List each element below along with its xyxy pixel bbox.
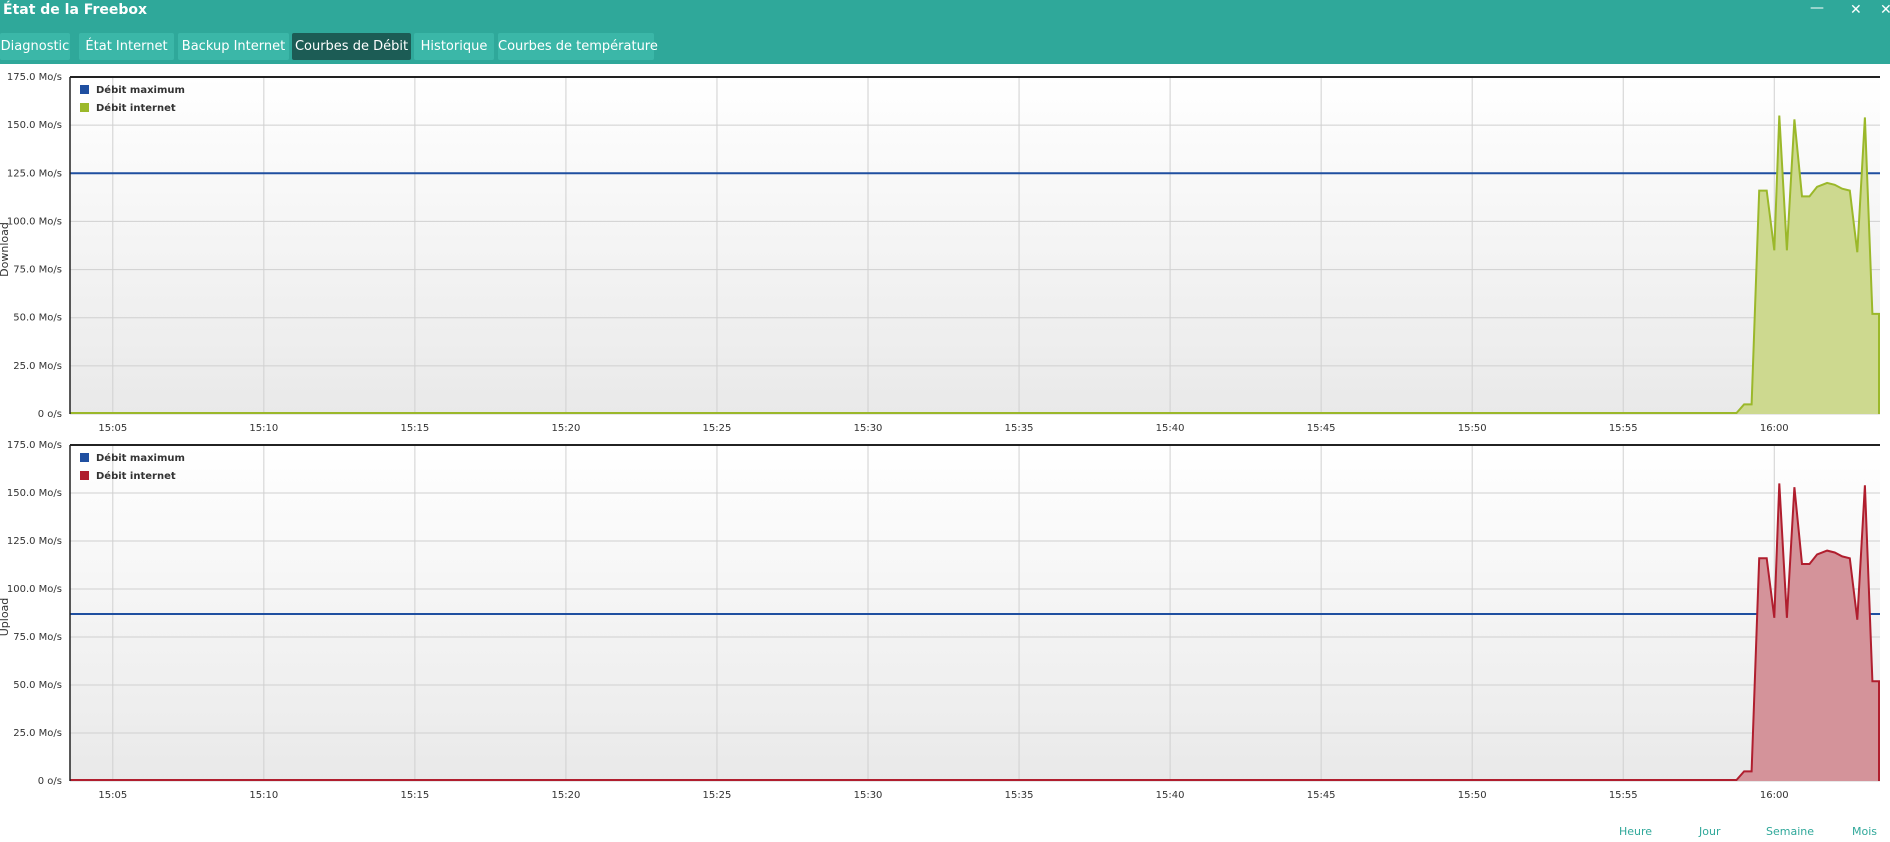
range-semaine[interactable]: Semaine bbox=[1766, 825, 1814, 838]
y-tick-label: 50.0 Mo/s bbox=[13, 313, 62, 324]
x-tick-label: 15:40 bbox=[1156, 423, 1185, 434]
x-tick-label: 15:05 bbox=[98, 790, 127, 801]
legend-swatch[interactable] bbox=[80, 453, 89, 462]
y-tick-label: 175.0 Mo/s bbox=[7, 440, 62, 451]
range-jour[interactable]: Jour bbox=[1699, 825, 1720, 838]
x-tick-label: 15:15 bbox=[400, 790, 429, 801]
y-tick-label: 150.0 Mo/s bbox=[7, 488, 62, 499]
x-tick-label: 16:00 bbox=[1760, 423, 1789, 434]
x-tick-label: 15:45 bbox=[1307, 790, 1336, 801]
x-tick-label: 15:20 bbox=[552, 423, 581, 434]
tab-courbes-de-temperature[interactable]: Courbes de température bbox=[498, 33, 658, 60]
legend-label[interactable]: Débit maximum bbox=[96, 452, 185, 464]
title-bar: État de la Freebox — ✕ ✕ Diagnostic État… bbox=[0, 0, 1890, 64]
download-chart: 0 o/s 25.0 Mo/s 50.0 Mo/s 75.0 Mo/s 100.0 Mo… bbox=[0, 72, 1880, 434]
tab-etat-internet[interactable]: État Internet bbox=[79, 33, 174, 60]
x-tick-label: 15:55 bbox=[1609, 423, 1638, 434]
x-tick-label: 15:10 bbox=[249, 423, 278, 434]
x-tick-label: 15:55 bbox=[1609, 790, 1638, 801]
x-tick-label: 15:20 bbox=[552, 790, 581, 801]
window-title: État de la Freebox bbox=[3, 2, 148, 18]
x-tick-label: 15:30 bbox=[854, 790, 883, 801]
y-axis-label: Upload bbox=[0, 598, 11, 637]
x-tick-label: 15:40 bbox=[1156, 790, 1185, 801]
y-tick-label: 50.0 Mo/s bbox=[13, 680, 62, 691]
restore-icon[interactable]: ✕ bbox=[1850, 2, 1862, 18]
y-tick-label: 0 o/s bbox=[38, 776, 62, 787]
tab-backup-internet[interactable]: Backup Internet bbox=[178, 33, 289, 60]
y-axis-label: Download bbox=[0, 222, 11, 277]
y-tick-label: 125.0 Mo/s bbox=[7, 168, 62, 179]
x-tick-label: 15:30 bbox=[854, 423, 883, 434]
tab-historique[interactable]: Historique bbox=[414, 33, 494, 60]
legend-swatch[interactable] bbox=[80, 471, 89, 480]
y-tick-label: 0 o/s bbox=[38, 409, 62, 420]
legend-label[interactable]: Débit internet bbox=[96, 102, 176, 114]
x-tick-label: 15:05 bbox=[98, 423, 127, 434]
x-tick-label: 15:25 bbox=[703, 790, 732, 801]
tab-courbes-de-debit[interactable]: Courbes de Débit bbox=[292, 33, 411, 60]
y-tick-label: 125.0 Mo/s bbox=[7, 536, 62, 547]
upload-chart: 0 o/s 25.0 Mo/s 50.0 Mo/s 75.0 Mo/s 100.0 Mo… bbox=[0, 440, 1880, 801]
x-tick-label: 15:50 bbox=[1458, 423, 1487, 434]
legend-swatch[interactable] bbox=[80, 85, 89, 94]
y-tick-label: 150.0 Mo/s bbox=[7, 120, 62, 131]
x-tick-label: 15:35 bbox=[1005, 790, 1034, 801]
range-mois[interactable]: Mois bbox=[1852, 825, 1877, 838]
y-tick-label: 100.0 Mo/s bbox=[7, 584, 62, 595]
y-tick-label: 75.0 Mo/s bbox=[13, 265, 62, 276]
x-tick-label: 16:00 bbox=[1760, 790, 1789, 801]
range-heure[interactable]: Heure bbox=[1619, 825, 1652, 838]
y-tick-label: 25.0 Mo/s bbox=[13, 361, 62, 372]
plot-background bbox=[70, 77, 1880, 414]
x-tick-label: 15:10 bbox=[249, 790, 278, 801]
y-tick-label: 75.0 Mo/s bbox=[13, 632, 62, 643]
x-tick-label: 15:50 bbox=[1458, 790, 1487, 801]
tab-diagnostic[interactable]: Diagnostic bbox=[0, 33, 70, 60]
y-tick-label: 100.0 Mo/s bbox=[7, 216, 62, 227]
x-tick-label: 15:45 bbox=[1307, 423, 1336, 434]
x-tick-label: 15:15 bbox=[400, 423, 429, 434]
charts-area: 0 o/s 25.0 Mo/s 50.0 Mo/s 75.0 Mo/s 100.0 Mo… bbox=[0, 72, 1880, 801]
close-icon[interactable]: ✕ bbox=[1880, 2, 1890, 18]
x-tick-label: 15:25 bbox=[703, 423, 732, 434]
legend-label[interactable]: Débit maximum bbox=[96, 84, 185, 96]
y-tick-label: 25.0 Mo/s bbox=[13, 728, 62, 739]
x-tick-label: 15:35 bbox=[1005, 423, 1034, 434]
minimize-icon[interactable]: — bbox=[1810, 0, 1824, 16]
y-tick-label: 175.0 Mo/s bbox=[7, 72, 62, 83]
legend-label[interactable]: Débit internet bbox=[96, 470, 176, 482]
legend-swatch[interactable] bbox=[80, 103, 89, 112]
